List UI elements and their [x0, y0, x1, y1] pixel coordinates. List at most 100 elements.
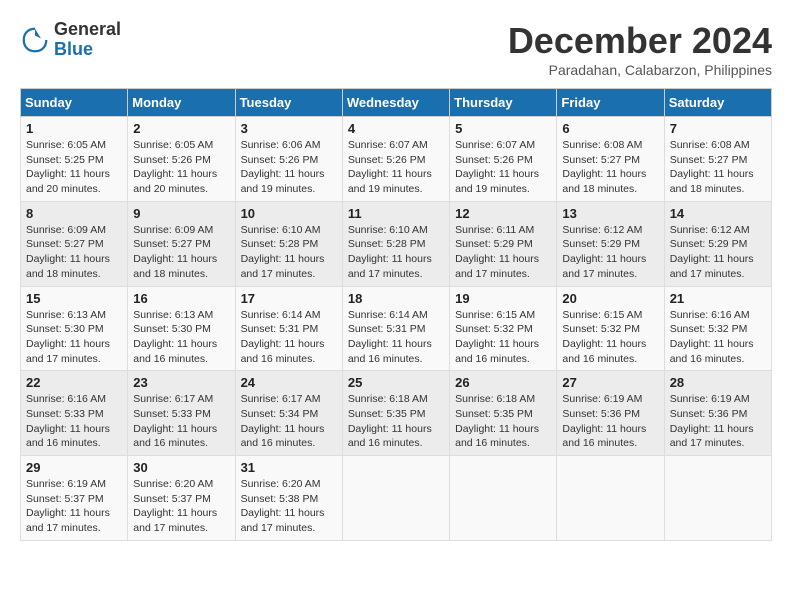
day-detail: Sunrise: 6:20 AM Sunset: 5:37 PM Dayligh…	[133, 477, 229, 536]
day-number: 8	[26, 206, 122, 221]
day-number: 15	[26, 291, 122, 306]
day-number: 1	[26, 121, 122, 136]
table-cell	[450, 456, 557, 541]
table-cell: 3 Sunrise: 6:06 AM Sunset: 5:26 PM Daylig…	[235, 117, 342, 202]
day-detail: Sunrise: 6:11 AM Sunset: 5:29 PM Dayligh…	[455, 223, 551, 282]
table-cell: 14 Sunrise: 6:12 AM Sunset: 5:29 PM Dayli…	[664, 201, 771, 286]
table-cell: 6 Sunrise: 6:08 AM Sunset: 5:27 PM Daylig…	[557, 117, 664, 202]
table-cell: 5 Sunrise: 6:07 AM Sunset: 5:26 PM Daylig…	[450, 117, 557, 202]
day-detail: Sunrise: 6:16 AM Sunset: 5:32 PM Dayligh…	[670, 308, 766, 367]
table-cell: 11 Sunrise: 6:10 AM Sunset: 5:28 PM Dayli…	[342, 201, 449, 286]
header-sunday: Sunday	[21, 89, 128, 117]
day-detail: Sunrise: 6:18 AM Sunset: 5:35 PM Dayligh…	[455, 392, 551, 451]
header-thursday: Thursday	[450, 89, 557, 117]
day-detail: Sunrise: 6:15 AM Sunset: 5:32 PM Dayligh…	[455, 308, 551, 367]
day-detail: Sunrise: 6:06 AM Sunset: 5:26 PM Dayligh…	[241, 138, 337, 197]
day-number: 7	[670, 121, 766, 136]
day-detail: Sunrise: 6:20 AM Sunset: 5:38 PM Dayligh…	[241, 477, 337, 536]
day-detail: Sunrise: 6:19 AM Sunset: 5:36 PM Dayligh…	[670, 392, 766, 451]
table-cell: 31 Sunrise: 6:20 AM Sunset: 5:38 PM Dayli…	[235, 456, 342, 541]
day-number: 2	[133, 121, 229, 136]
header-tuesday: Tuesday	[235, 89, 342, 117]
day-number: 20	[562, 291, 658, 306]
header-monday: Monday	[128, 89, 235, 117]
day-number: 19	[455, 291, 551, 306]
day-detail: Sunrise: 6:14 AM Sunset: 5:31 PM Dayligh…	[241, 308, 337, 367]
day-detail: Sunrise: 6:09 AM Sunset: 5:27 PM Dayligh…	[26, 223, 122, 282]
day-number: 11	[348, 206, 444, 221]
day-number: 12	[455, 206, 551, 221]
day-number: 6	[562, 121, 658, 136]
day-detail: Sunrise: 6:09 AM Sunset: 5:27 PM Dayligh…	[133, 223, 229, 282]
day-detail: Sunrise: 6:07 AM Sunset: 5:26 PM Dayligh…	[348, 138, 444, 197]
logo-general-text: General	[54, 19, 121, 39]
table-cell	[557, 456, 664, 541]
day-number: 13	[562, 206, 658, 221]
day-detail: Sunrise: 6:13 AM Sunset: 5:30 PM Dayligh…	[133, 308, 229, 367]
day-number: 27	[562, 375, 658, 390]
table-cell: 9 Sunrise: 6:09 AM Sunset: 5:27 PM Daylig…	[128, 201, 235, 286]
day-number: 5	[455, 121, 551, 136]
month-title: December 2024	[508, 20, 772, 62]
table-cell: 20Sunrise: 6:15 AM Sunset: 5:32 PM Dayli…	[557, 286, 664, 371]
calendar-week-row: 1 Sunrise: 6:05 AM Sunset: 5:25 PM Daylig…	[21, 117, 772, 202]
day-number: 4	[348, 121, 444, 136]
day-detail: Sunrise: 6:18 AM Sunset: 5:35 PM Dayligh…	[348, 392, 444, 451]
header-saturday: Saturday	[664, 89, 771, 117]
logo-icon	[20, 25, 50, 55]
table-cell: 22 Sunrise: 6:16 AM Sunset: 5:33 PM Dayli…	[21, 371, 128, 456]
day-number: 9	[133, 206, 229, 221]
day-detail: Sunrise: 6:16 AM Sunset: 5:33 PM Dayligh…	[26, 392, 122, 451]
day-detail: Sunrise: 6:17 AM Sunset: 5:33 PM Dayligh…	[133, 392, 229, 451]
table-cell: 23Sunrise: 6:17 AM Sunset: 5:33 PM Dayli…	[128, 371, 235, 456]
day-number: 17	[241, 291, 337, 306]
day-number: 10	[241, 206, 337, 221]
day-detail: Sunrise: 6:19 AM Sunset: 5:36 PM Dayligh…	[562, 392, 658, 451]
day-number: 24	[241, 375, 337, 390]
day-number: 30	[133, 460, 229, 475]
day-detail: Sunrise: 6:12 AM Sunset: 5:29 PM Dayligh…	[562, 223, 658, 282]
day-number: 29	[26, 460, 122, 475]
table-cell: 19 Sunrise: 6:15 AM Sunset: 5:32 PM Dayli…	[450, 286, 557, 371]
day-number: 21	[670, 291, 766, 306]
table-cell	[342, 456, 449, 541]
table-cell: 7 Sunrise: 6:08 AM Sunset: 5:27 PM Daylig…	[664, 117, 771, 202]
day-detail: Sunrise: 6:10 AM Sunset: 5:28 PM Dayligh…	[348, 223, 444, 282]
page-header: General Blue December 2024 Paradahan, Ca…	[20, 20, 772, 78]
logo: General Blue	[20, 20, 121, 60]
table-cell: 15 Sunrise: 6:13 AM Sunset: 5:30 PM Dayli…	[21, 286, 128, 371]
day-number: 22	[26, 375, 122, 390]
day-detail: Sunrise: 6:10 AM Sunset: 5:28 PM Dayligh…	[241, 223, 337, 282]
day-detail: Sunrise: 6:05 AM Sunset: 5:25 PM Dayligh…	[26, 138, 122, 197]
table-cell: 4 Sunrise: 6:07 AM Sunset: 5:26 PM Daylig…	[342, 117, 449, 202]
table-cell: 27 Sunrise: 6:19 AM Sunset: 5:36 PM Dayli…	[557, 371, 664, 456]
table-cell: 25 Sunrise: 6:18 AM Sunset: 5:35 PM Dayli…	[342, 371, 449, 456]
calendar-week-row: 29 Sunrise: 6:19 AM Sunset: 5:37 PM Dayli…	[21, 456, 772, 541]
day-detail: Sunrise: 6:08 AM Sunset: 5:27 PM Dayligh…	[562, 138, 658, 197]
table-cell: 29 Sunrise: 6:19 AM Sunset: 5:37 PM Dayli…	[21, 456, 128, 541]
day-detail: Sunrise: 6:13 AM Sunset: 5:30 PM Dayligh…	[26, 308, 122, 367]
calendar-week-row: 8 Sunrise: 6:09 AM Sunset: 5:27 PM Daylig…	[21, 201, 772, 286]
day-number: 14	[670, 206, 766, 221]
day-detail: Sunrise: 6:14 AM Sunset: 5:31 PM Dayligh…	[348, 308, 444, 367]
table-cell: 1 Sunrise: 6:05 AM Sunset: 5:25 PM Daylig…	[21, 117, 128, 202]
table-cell: 16Sunrise: 6:13 AM Sunset: 5:30 PM Dayli…	[128, 286, 235, 371]
table-cell: 12 Sunrise: 6:11 AM Sunset: 5:29 PM Dayli…	[450, 201, 557, 286]
calendar-week-row: 15 Sunrise: 6:13 AM Sunset: 5:30 PM Dayli…	[21, 286, 772, 371]
day-detail: Sunrise: 6:12 AM Sunset: 5:29 PM Dayligh…	[670, 223, 766, 282]
calendar-table: Sunday Monday Tuesday Wednesday Thursday…	[20, 88, 772, 541]
day-number: 31	[241, 460, 337, 475]
day-detail: Sunrise: 6:08 AM Sunset: 5:27 PM Dayligh…	[670, 138, 766, 197]
logo-blue-text: Blue	[54, 39, 93, 59]
day-detail: Sunrise: 6:19 AM Sunset: 5:37 PM Dayligh…	[26, 477, 122, 536]
day-number: 25	[348, 375, 444, 390]
table-cell: 2Sunrise: 6:05 AM Sunset: 5:26 PM Daylig…	[128, 117, 235, 202]
day-detail: Sunrise: 6:07 AM Sunset: 5:26 PM Dayligh…	[455, 138, 551, 197]
header-friday: Friday	[557, 89, 664, 117]
location-subtitle: Paradahan, Calabarzon, Philippines	[508, 62, 772, 78]
table-cell: 21 Sunrise: 6:16 AM Sunset: 5:32 PM Dayli…	[664, 286, 771, 371]
day-number: 3	[241, 121, 337, 136]
day-detail: Sunrise: 6:17 AM Sunset: 5:34 PM Dayligh…	[241, 392, 337, 451]
day-number: 28	[670, 375, 766, 390]
calendar-week-row: 22 Sunrise: 6:16 AM Sunset: 5:33 PM Dayli…	[21, 371, 772, 456]
